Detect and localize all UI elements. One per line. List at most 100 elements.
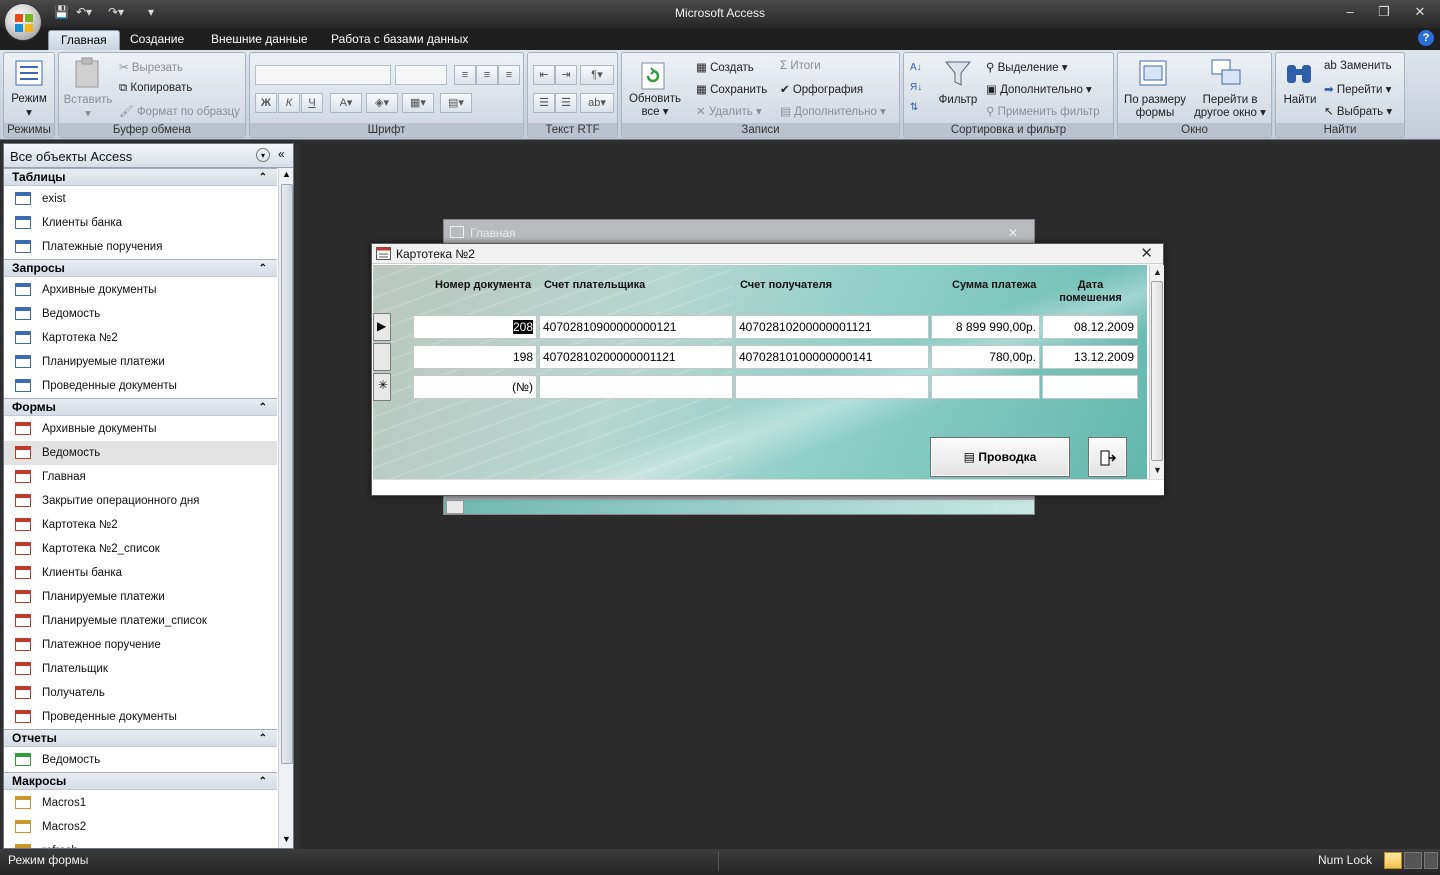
scroll-down-icon[interactable]: ▼ bbox=[282, 834, 291, 844]
cell-doc-number[interactable]: 198 bbox=[413, 345, 537, 369]
nav-section-header[interactable]: Макросы ⌃ bbox=[4, 772, 277, 790]
nav-item[interactable]: Проведенные документы bbox=[4, 705, 277, 729]
view-button[interactable]: Режим ▾ bbox=[9, 93, 49, 119]
main-form-record-selector[interactable] bbox=[446, 500, 464, 514]
shutter-bar-close-icon[interactable]: « bbox=[278, 147, 285, 161]
nav-menu-chevron-icon[interactable]: ▾ bbox=[256, 148, 270, 162]
refresh-all-button[interactable]: Обновить все ▾ bbox=[624, 93, 686, 119]
nav-item[interactable]: Картотека №2 bbox=[4, 326, 277, 350]
align-left-icon[interactable]: ≡ bbox=[454, 65, 476, 85]
copy-button[interactable]: ⧉ Копировать bbox=[119, 82, 192, 95]
nav-item[interactable]: Картотека №2_список bbox=[4, 537, 277, 561]
nav-item[interactable]: Платежные поручения bbox=[4, 235, 277, 259]
nav-item[interactable]: exist bbox=[4, 187, 277, 211]
undo-icon[interactable]: ↶▾ bbox=[76, 5, 92, 19]
fill-color-icon[interactable]: ◈▾ bbox=[366, 93, 398, 113]
maximize-icon[interactable]: ❐ bbox=[1370, 4, 1398, 20]
cell-payer-account[interactable]: 40702810900000000121 bbox=[539, 315, 733, 339]
nav-scrollbar[interactable]: ▲ ▼ bbox=[278, 168, 293, 848]
align-center-icon[interactable]: ≡ bbox=[476, 65, 498, 85]
sort-descending-icon[interactable]: Я↓ bbox=[910, 82, 922, 93]
nav-section-header[interactable]: Запросы ⌃ bbox=[4, 259, 277, 277]
select-button[interactable]: ↖ Выбрать ▾ bbox=[1324, 104, 1392, 118]
clear-sort-icon[interactable]: ⇅ bbox=[910, 102, 918, 113]
bullets-icon[interactable]: ☰ bbox=[555, 93, 577, 113]
underline-button[interactable]: Ч bbox=[301, 93, 323, 113]
nav-item[interactable]: Ведомость bbox=[4, 302, 277, 326]
design-view-icon[interactable] bbox=[1424, 852, 1438, 869]
cell-payee-account[interactable]: 40702810100000000141 bbox=[735, 345, 929, 369]
form-scroll-down-icon[interactable]: ▼ bbox=[1153, 465, 1162, 475]
save-record-button[interactable]: ▦ Сохранить bbox=[696, 82, 767, 96]
cell-new-payer-account[interactable] bbox=[539, 375, 733, 399]
nav-pane-header[interactable]: Все объекты Access ▾ « bbox=[4, 144, 293, 168]
nav-item[interactable]: Главная bbox=[4, 465, 277, 489]
nav-section-header[interactable]: Таблицы ⌃ bbox=[4, 168, 277, 186]
nav-item[interactable]: Клиенты банка bbox=[4, 211, 277, 235]
nav-item[interactable]: Ведомость bbox=[4, 748, 277, 772]
nav-item[interactable]: Планируемые платежи_список bbox=[4, 609, 277, 633]
close-icon[interactable]: ✕ bbox=[1406, 4, 1434, 20]
redo-icon[interactable]: ↷▾ bbox=[108, 5, 124, 19]
nav-item[interactable]: Ведомость bbox=[4, 441, 277, 465]
tab-create[interactable]: Создание bbox=[118, 30, 196, 50]
scroll-up-icon[interactable]: ▲ bbox=[282, 169, 291, 179]
minimize-icon[interactable]: – bbox=[1336, 4, 1364, 19]
cell-new-doc-number[interactable]: (№) bbox=[413, 375, 537, 399]
cell-amount[interactable]: 780,00р. bbox=[931, 345, 1040, 369]
nav-item[interactable]: Получатель bbox=[4, 681, 277, 705]
cell-doc-number[interactable]: 208 bbox=[413, 315, 537, 339]
selection-button[interactable]: ⚲ Выделение ▾ bbox=[986, 60, 1068, 74]
post-button[interactable]: ▤ Проводка bbox=[930, 437, 1070, 477]
help-icon[interactable]: ? bbox=[1418, 30, 1434, 46]
customize-qat-icon[interactable]: ▾ bbox=[148, 5, 154, 19]
cell-new-amount[interactable] bbox=[931, 375, 1040, 399]
form-view-icon[interactable] bbox=[1384, 852, 1402, 869]
main-form-title[interactable]: Главная ✕ bbox=[444, 220, 1034, 244]
nav-item[interactable]: Плательщик bbox=[4, 657, 277, 681]
advanced-filter-button[interactable]: ▣ Дополнительно ▾ bbox=[986, 82, 1092, 96]
cell-amount[interactable]: 8 899 990,00р. bbox=[931, 315, 1040, 339]
sort-ascending-icon[interactable]: A↓ bbox=[910, 62, 922, 73]
collapse-chevron-icon[interactable]: ⌃ bbox=[259, 773, 267, 790]
filter-button[interactable]: Фильтр bbox=[936, 94, 980, 106]
office-button[interactable] bbox=[4, 3, 42, 41]
bold-button[interactable]: Ж bbox=[255, 93, 277, 113]
collapse-chevron-icon[interactable]: ⌃ bbox=[259, 399, 267, 416]
exit-button[interactable] bbox=[1088, 437, 1127, 477]
goto-button[interactable]: ➡ Перейти ▾ bbox=[1324, 82, 1391, 96]
form-scroll-up-icon[interactable]: ▲ bbox=[1153, 267, 1162, 277]
find-button[interactable]: Найти bbox=[1280, 94, 1320, 106]
nav-section-header[interactable]: Отчеты ⌃ bbox=[4, 729, 277, 747]
replace-button[interactable]: ab Заменить bbox=[1324, 60, 1392, 72]
highlight-icon[interactable]: ab▾ bbox=[580, 93, 614, 113]
increase-indent-icon[interactable]: ⇥ bbox=[555, 65, 577, 85]
cell-date[interactable]: 08.12.2009 bbox=[1042, 315, 1138, 339]
delete-record-button[interactable]: ✕ Удалить ▾ bbox=[696, 104, 762, 118]
collapse-chevron-icon[interactable]: ⌃ bbox=[259, 260, 267, 277]
spelling-button[interactable]: ✔ Орфография bbox=[780, 82, 863, 96]
new-record-button[interactable]: ▦ Создать bbox=[696, 60, 754, 74]
cell-new-date[interactable] bbox=[1042, 375, 1138, 399]
format-painter-button[interactable]: 🖌 Формат по образцу bbox=[119, 104, 240, 118]
italic-button[interactable]: К bbox=[278, 93, 300, 113]
fit-form-button[interactable]: По размеру формы bbox=[1120, 94, 1190, 120]
nav-scroll-thumb[interactable] bbox=[281, 184, 293, 764]
kartoteka-close-icon[interactable]: ✕ bbox=[1140, 244, 1153, 262]
decrease-indent-icon[interactable]: ⇤ bbox=[533, 65, 555, 85]
nav-item[interactable]: Macros2 bbox=[4, 815, 277, 839]
form-scroll-thumb[interactable] bbox=[1151, 281, 1163, 461]
nav-section-header[interactable]: Формы ⌃ bbox=[4, 398, 277, 416]
font-name-combo[interactable] bbox=[255, 65, 391, 85]
more-records-button[interactable]: ▤ Дополнительно ▾ bbox=[780, 104, 886, 118]
nav-item[interactable]: Планируемые платежи bbox=[4, 350, 277, 374]
numbering-icon[interactable]: ☰ bbox=[533, 93, 555, 113]
kartoteka-form-window[interactable]: Картотека №2 ✕ Номер документа Счет плат… bbox=[371, 243, 1164, 496]
alternate-fill-icon[interactable]: ▤▾ bbox=[440, 93, 472, 113]
cut-button[interactable]: ✂ Вырезать bbox=[119, 60, 183, 74]
switch-windows-button[interactable]: Перейти в другое окно ▾ bbox=[1190, 94, 1270, 120]
nav-item[interactable]: Планируемые платежи bbox=[4, 585, 277, 609]
cell-new-payee-account[interactable] bbox=[735, 375, 929, 399]
tab-home[interactable]: Главная bbox=[48, 30, 120, 50]
nav-item[interactable]: Клиенты банка bbox=[4, 561, 277, 585]
